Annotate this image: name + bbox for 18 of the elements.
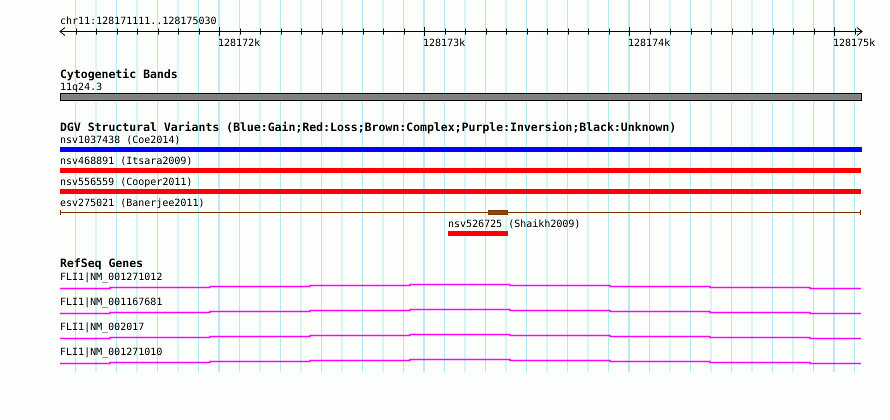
gene-label: FLI1|NM_001271012 xyxy=(60,272,162,283)
tick-label: 128172k xyxy=(218,38,260,49)
location-label: chr11:128171111..128175030 xyxy=(60,16,217,27)
variant-label: esv275021 (Banerjee2011) xyxy=(60,198,204,209)
variant-label: nsv526725 (Shaikh2009) xyxy=(448,219,580,230)
gene-label: FLI1|NM_001271010 xyxy=(60,347,162,358)
track-title: RefSeq Genes xyxy=(60,256,144,270)
tick-label: 128174k xyxy=(628,38,670,49)
track-title: DGV Structural Variants (Blue:Gain;Red:Loss;Brown:Complex;Purple:Inversion;Black:Unknown) xyxy=(60,120,676,134)
variant-label: nsv468891 (Itsara2009) xyxy=(60,156,192,167)
gene-label: FLI1|NM_001167681 xyxy=(60,297,162,308)
tick-label: 128175k xyxy=(833,38,876,49)
tick-label: 128173k xyxy=(423,38,466,49)
variant-label: nsv1037438 (Coe2014) xyxy=(60,135,180,146)
gene-label: FLI1|NM_002017 xyxy=(60,322,144,333)
band-label: 11q24.3 xyxy=(60,82,102,93)
variant-label: nsv556559 (Cooper2011) xyxy=(60,177,192,188)
track-title: Cytogenetic Bands xyxy=(60,67,178,81)
